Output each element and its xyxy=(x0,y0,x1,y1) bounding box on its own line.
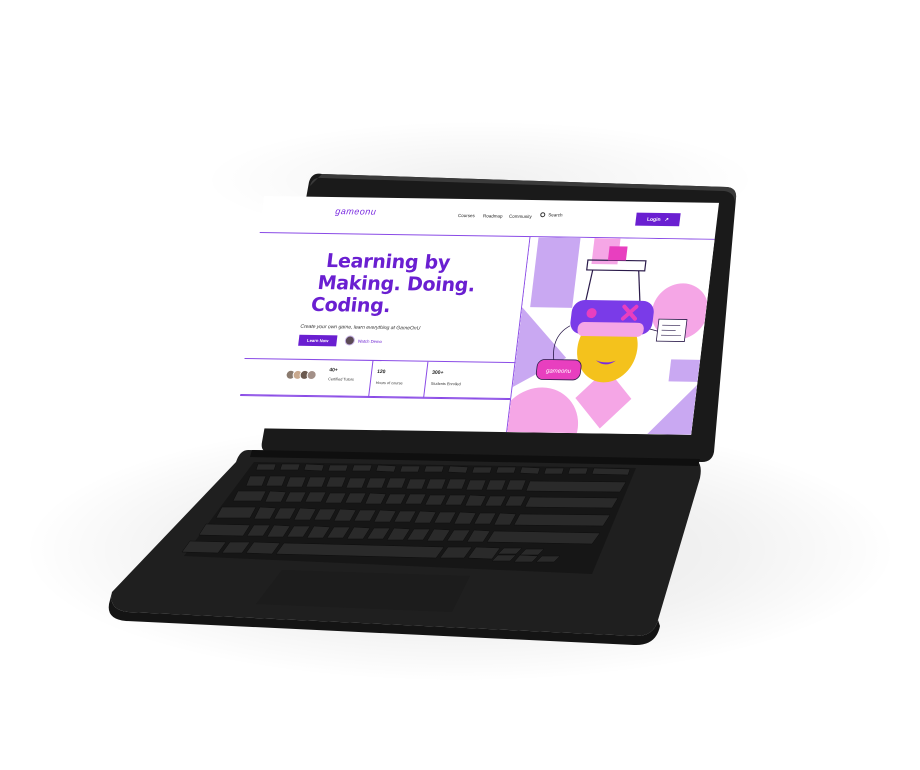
nav-courses[interactable]: Courses xyxy=(458,213,475,218)
bg-block-lilac-2 xyxy=(668,359,701,382)
search-link[interactable]: Search xyxy=(539,212,563,218)
search-label: Search xyxy=(547,212,563,218)
stat-tutors-value: 40+ xyxy=(328,367,339,374)
headline-line-3: Coding. xyxy=(309,293,392,318)
bg-block-lilac xyxy=(530,237,581,308)
watch-demo-label: Watch Demo xyxy=(357,338,383,344)
stat-tutors: 40+ Certified Tutors xyxy=(240,359,374,397)
headline-line-2: Making. Doing. xyxy=(316,271,477,297)
stat-hours-label: Hours of course xyxy=(375,381,403,386)
nav-roadmap[interactable]: Roadmap xyxy=(483,213,503,218)
mockup-scene: gameonu Courses Roadmap Community Search… xyxy=(0,0,920,770)
hero-subtext: Create your own game, learn everything a… xyxy=(300,323,421,332)
tutor-avatars xyxy=(285,369,318,381)
screen: gameonu Courses Roadmap Community Search… xyxy=(236,196,719,435)
login-button[interactable]: Login ↗ xyxy=(635,212,681,227)
stat-tutors-label: Certified Tutors xyxy=(327,377,355,382)
stat-hours-value: 120 xyxy=(376,369,386,376)
hero-illustration: gameonu xyxy=(507,237,715,435)
hero-headline: Learning by Making. Doing. Coding. xyxy=(310,250,528,319)
nav-community[interactable]: Community xyxy=(509,214,532,219)
stat-students: 300+ Students Enrolled xyxy=(423,361,517,400)
arrow-up-right-icon: ↗ xyxy=(664,216,670,223)
search-icon xyxy=(539,212,546,218)
avatar xyxy=(306,369,318,381)
vr-face-illustration: gameonu xyxy=(507,237,715,435)
controller-label: gameonu xyxy=(546,369,572,375)
rig-top-pink xyxy=(607,246,628,261)
login-label: Login xyxy=(646,216,661,223)
watch-demo-link[interactable]: Watch Demo xyxy=(344,335,382,346)
stat-hours: 120 Hours of course xyxy=(368,360,429,398)
site-logo[interactable]: gameonu xyxy=(335,206,377,217)
play-avatar-icon xyxy=(344,335,356,346)
headline-line-1: Learning by xyxy=(325,250,452,274)
stat-students-label: Students Enrolled xyxy=(430,381,462,387)
stat-students-value: 300+ xyxy=(431,369,444,377)
vr-lens xyxy=(577,322,644,337)
website: gameonu Courses Roadmap Community Search… xyxy=(236,196,719,435)
learn-now-button[interactable]: Learn Now xyxy=(298,334,338,347)
